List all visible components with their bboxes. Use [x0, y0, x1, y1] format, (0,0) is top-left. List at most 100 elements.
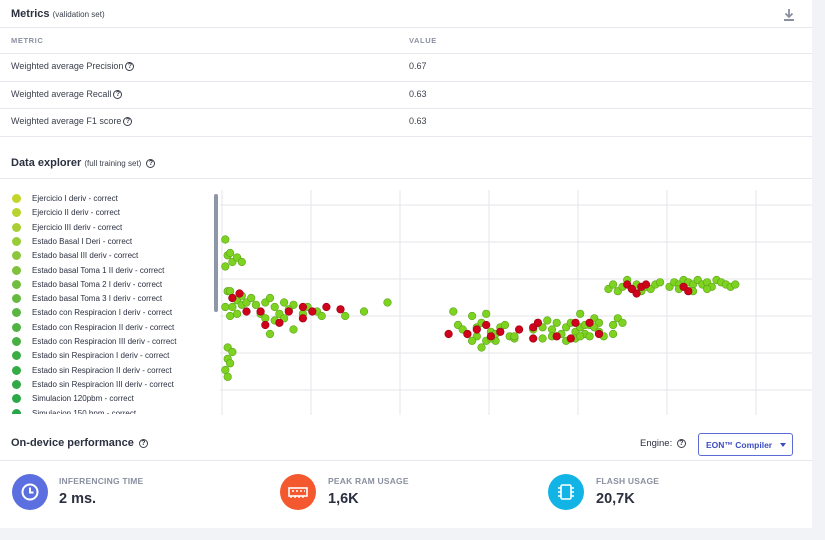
results-card: Metrics (validation set) METRIC VALUE We…: [0, 0, 812, 528]
legend-label: Estado con Respiracion II deriv - correc…: [32, 322, 175, 332]
legend-dot: [12, 194, 21, 203]
scatter-point-correct: [279, 298, 289, 307]
help-icon[interactable]: ?: [123, 117, 133, 127]
scatter-point-correct: [552, 318, 561, 327]
scatter-point-correct: [265, 329, 275, 339]
scatter-point-correct: [228, 347, 237, 357]
legend-dot: [12, 265, 21, 275]
scatter-point-correct: [223, 372, 232, 381]
inferencing-time-value: 2 ms.: [59, 491, 97, 507]
help-icon[interactable]: ?: [146, 158, 156, 168]
scatter-point-correct: [468, 311, 477, 321]
scatter-point-incorrect: [275, 318, 284, 327]
scatter-point-correct: [656, 278, 665, 287]
legend-label: Estado basal Toma 2 I deriv - correct: [32, 279, 163, 289]
legend-label: Estado sin Respiracion III deriv - corre…: [32, 379, 174, 389]
download-icon[interactable]: [782, 8, 796, 22]
legend-label: Estado con Respiracion I deriv - correct: [32, 308, 173, 318]
legend-label: Ejercicio II deriv - correct: [32, 208, 121, 218]
metrics-subtitle: (validation set): [52, 10, 105, 19]
legend-label: Estado basal Toma 3 I deriv - correct: [32, 294, 163, 304]
divider: [0, 27, 812, 28]
legend-dot: [12, 408, 21, 414]
scatter-point-correct: [500, 320, 510, 330]
engine-select-value: EON™ Compiler: [706, 440, 773, 450]
help-icon[interactable]: ?: [676, 438, 686, 448]
scatter-point-correct: [341, 311, 350, 321]
scatter-point-correct: [477, 343, 486, 352]
data-explorer-title: Data explorer (full training set) ?: [11, 157, 156, 169]
scatter-point-incorrect: [482, 320, 491, 330]
scatter-point-correct: [226, 287, 235, 296]
performance-title-text: On-device performance: [11, 437, 134, 449]
scatter-point-correct: [576, 332, 585, 341]
divider: [0, 108, 812, 109]
scatter-point-incorrect: [256, 307, 265, 316]
legend-dot: [12, 365, 21, 375]
scatter-point-incorrect: [496, 327, 505, 336]
legend-scrollbar[interactable]: [214, 194, 218, 312]
flash-usage-label: FLASH USAGE: [596, 476, 660, 486]
legend-label: Ejercicio I deriv - correct: [32, 194, 118, 203]
scatter-legend[interactable]: Ejercicio I deriv - correct Ejercicio II …: [10, 192, 220, 414]
legend-label: Simulacion 120pbm - correct: [32, 394, 134, 404]
legend-dot: [12, 337, 21, 346]
divider: [0, 53, 812, 54]
chip-icon: [548, 474, 584, 510]
scatter-point-correct: [609, 329, 618, 339]
scatter-point-incorrect: [242, 307, 251, 316]
metrics-title: Metrics (validation set): [11, 8, 105, 20]
data-explorer-scatter-plot[interactable]: [220, 190, 812, 415]
scatter-point-correct: [359, 307, 369, 316]
scatter-point-correct: [703, 284, 712, 294]
scatter-point-incorrect: [529, 334, 538, 343]
scatter-point-correct: [226, 311, 235, 321]
legend-dot: [12, 208, 21, 218]
scatter-point-incorrect: [284, 307, 293, 316]
help-icon[interactable]: ?: [138, 438, 148, 448]
scatter-point-incorrect: [336, 305, 345, 314]
scatter-point-correct: [221, 235, 230, 244]
engine-select[interactable]: EON™ Compiler: [698, 433, 793, 456]
divider: [0, 178, 812, 179]
scatter-point-correct: [609, 320, 618, 330]
legend-label: Simulacion 150 bpm - correct: [32, 408, 137, 415]
scatter-point-correct: [228, 302, 237, 312]
legend-dot: [12, 222, 21, 232]
divider: [0, 81, 812, 82]
scatter-point-incorrect: [308, 307, 317, 316]
scatter-point-correct: [270, 302, 279, 312]
scatter-point-incorrect: [472, 325, 481, 334]
scatter-point-incorrect: [298, 314, 307, 323]
scatter-point-correct: [289, 325, 298, 334]
legend-label: Estado Basal I Deri - correct: [32, 236, 133, 246]
legend-dot: [12, 351, 21, 361]
peak-ram-value: 1,6K: [328, 491, 359, 507]
scatter-point-correct: [247, 293, 256, 303]
scatter-point-correct: [618, 318, 627, 327]
legend-dot: [12, 379, 21, 389]
legend-label: Ejercicio III deriv - correct: [32, 222, 123, 232]
help-icon[interactable]: ?: [113, 90, 123, 100]
scatter-point-correct: [731, 280, 740, 289]
legend-dot: [12, 279, 21, 289]
scatter-point-incorrect: [533, 318, 543, 327]
scatter-point-incorrect: [515, 325, 524, 334]
ram-icon: [280, 474, 316, 510]
scatter-point-incorrect: [322, 302, 331, 312]
legend-dot: [12, 308, 21, 318]
scatter-point-correct: [449, 307, 458, 316]
column-header-metric: METRIC: [11, 36, 44, 45]
legend-label: Estado basal III deriv - correct: [32, 251, 139, 261]
legend-label: Estado con Respiracion III deriv - corre…: [32, 337, 177, 346]
help-icon[interactable]: ?: [125, 62, 135, 72]
scatter-point-correct: [543, 316, 552, 325]
metric-row-label: Weighted average F1 score?: [11, 116, 133, 127]
legend-label: Estado sin Respiracion II deriv - correc…: [32, 365, 172, 375]
scatter-point-correct: [585, 332, 594, 341]
scatter-point-correct: [538, 334, 547, 343]
legend-dot: [12, 236, 21, 246]
metric-row-value: 0.63: [409, 89, 427, 99]
scatter-point-incorrect: [298, 302, 307, 312]
metric-row-value: 0.63: [409, 116, 427, 126]
